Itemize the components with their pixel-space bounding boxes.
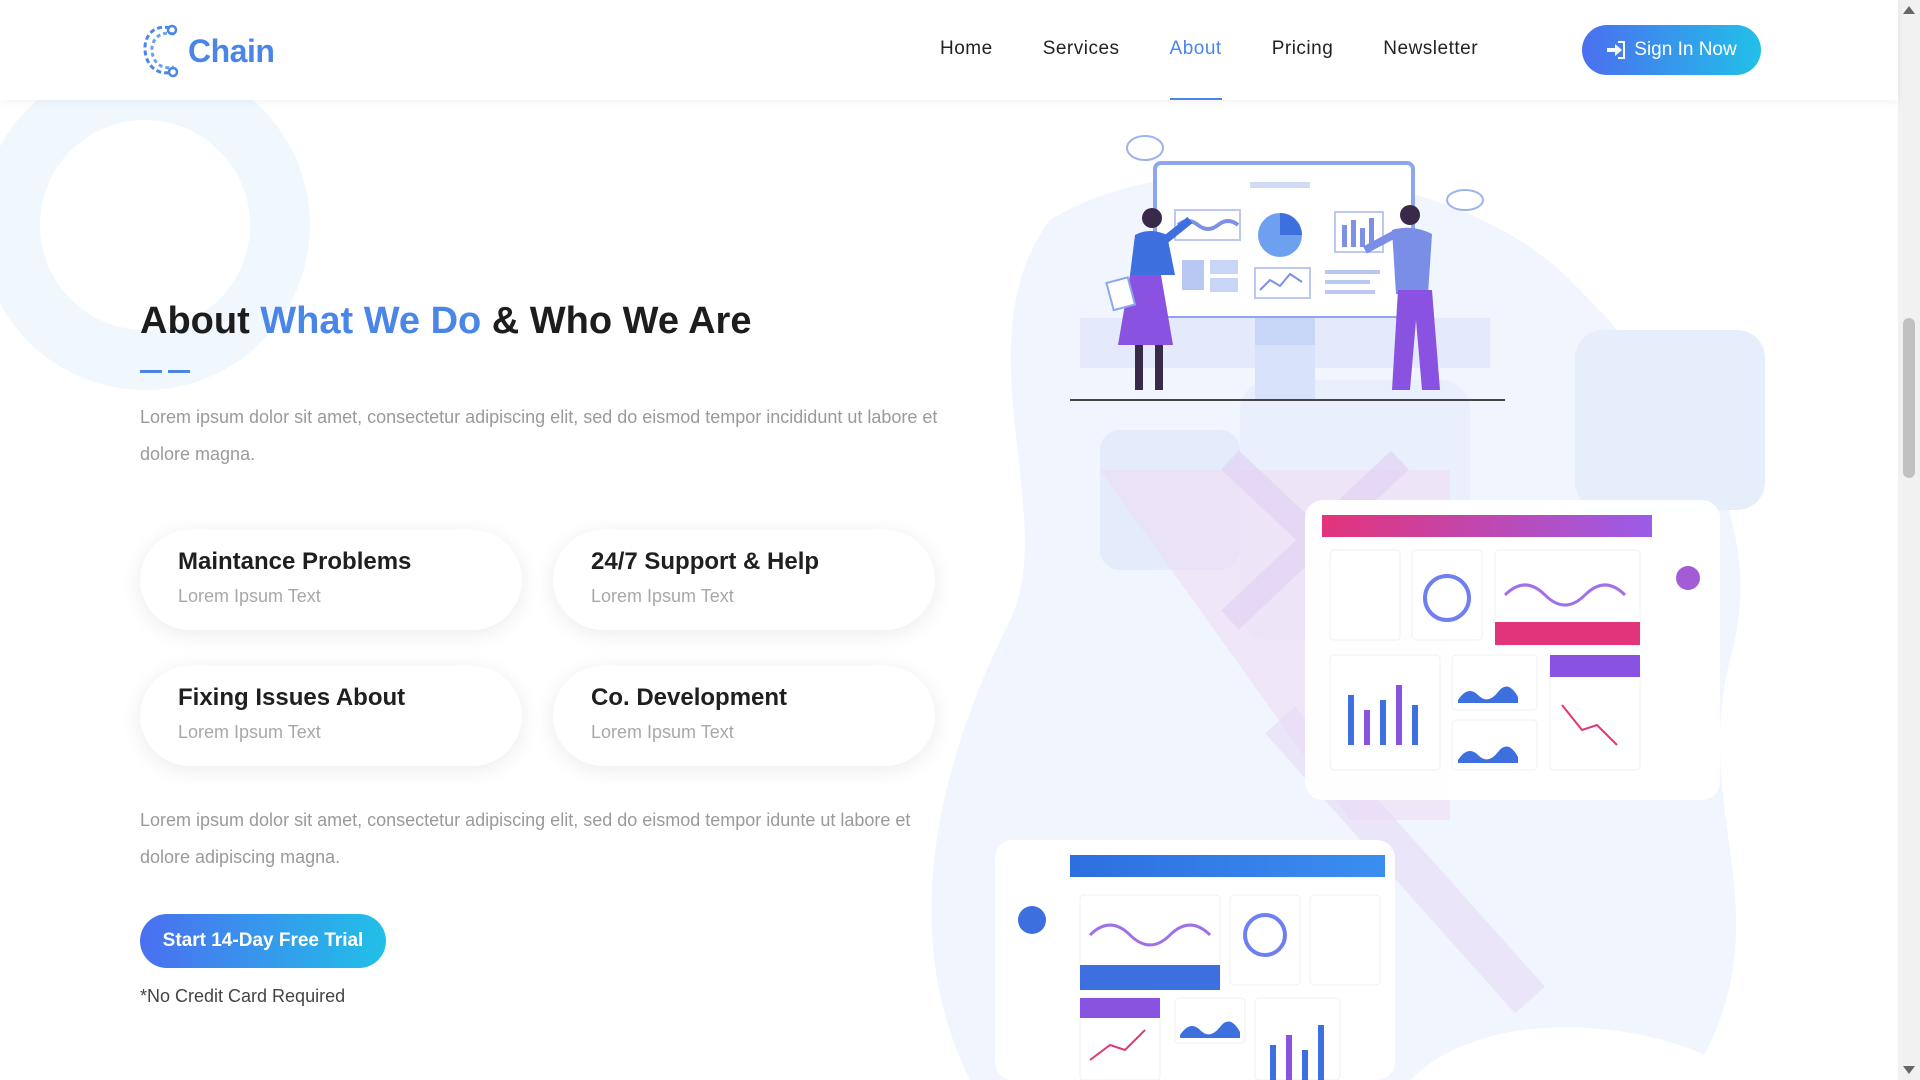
feature-card-title: 24/7 Support & Help — [591, 548, 820, 575]
dashboard-illustration — [931, 135, 1765, 1080]
title-part-2: & Who We Are — [481, 300, 752, 342]
feature-card-maintenance[interactable]: Maintance Problems Lorem Ipsum Text — [140, 530, 522, 630]
nav-services[interactable]: Services — [1043, 38, 1120, 60]
sign-in-button[interactable]: Sign In Now — [1582, 25, 1761, 75]
title-highlight: What We Do — [260, 300, 482, 342]
feature-card-subtitle: Lorem Ipsum Text — [178, 722, 321, 742]
brand-name: Chain — [188, 32, 275, 69]
intro-paragraph: Lorem ipsum dolor sit amet, consectetur … — [140, 407, 938, 464]
sign-in-label: Sign In Now — [1634, 39, 1737, 60]
sign-in-icon — [1607, 41, 1626, 59]
chain-link-logo-icon — [143, 24, 179, 78]
no-credit-card-note: *No Credit Card Required — [140, 986, 346, 1006]
free-trial-button[interactable]: Start 14-Day Free Trial — [140, 914, 386, 968]
site-header: Chain Home Services About Pricing Newsle… — [0, 0, 1898, 100]
feature-card-development[interactable]: Co. Development Lorem Ipsum Text — [553, 666, 935, 766]
secondary-paragraph: Lorem ipsum dolor sit amet, consectetur … — [140, 810, 911, 867]
feature-card-title: Maintance Problems — [178, 548, 412, 575]
feature-card-title: Fixing Issues About — [178, 684, 406, 711]
nav-home[interactable]: Home — [940, 38, 993, 60]
feature-card-support[interactable]: 24/7 Support & Help Lorem Ipsum Text — [553, 530, 935, 630]
logo[interactable]: Chain — [140, 22, 275, 80]
main-nav: Home Services About Pricing Newsletter — [940, 38, 1478, 100]
feature-card-subtitle: Lorem Ipsum Text — [591, 722, 734, 742]
title-underline — [140, 370, 190, 373]
page-title: About What We Do & Who We Are — [140, 300, 751, 343]
nav-pricing[interactable]: Pricing — [1272, 38, 1334, 60]
hero-illustration — [930, 100, 1898, 1080]
feature-card-subtitle: Lorem Ipsum Text — [178, 586, 321, 606]
nav-about[interactable]: About — [1169, 38, 1222, 100]
feature-card-subtitle: Lorem Ipsum Text — [591, 586, 734, 606]
scroll-down-arrow-icon[interactable] — [1903, 1066, 1915, 1074]
feature-card-title: Co. Development — [591, 684, 788, 711]
page-scrollbar[interactable] — [1898, 0, 1920, 1080]
scrollbar-thumb[interactable] — [1903, 318, 1915, 478]
scroll-up-arrow-icon[interactable] — [1903, 6, 1915, 14]
title-part-1: About — [140, 300, 261, 342]
feature-card-fixing-issues[interactable]: Fixing Issues About Lorem Ipsum Text — [140, 666, 522, 766]
nav-newsletter[interactable]: Newsletter — [1383, 38, 1478, 60]
